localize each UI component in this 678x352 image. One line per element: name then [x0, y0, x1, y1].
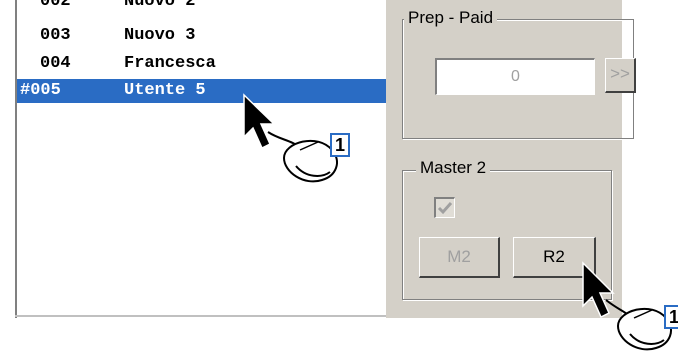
- callout-badge: 1: [664, 305, 678, 329]
- annotation-overlay: [243, 93, 672, 351]
- mouse-cursor-icon: [582, 261, 615, 319]
- callout-badge: 1: [330, 133, 350, 157]
- mouse-cursor-icon: [243, 93, 276, 150]
